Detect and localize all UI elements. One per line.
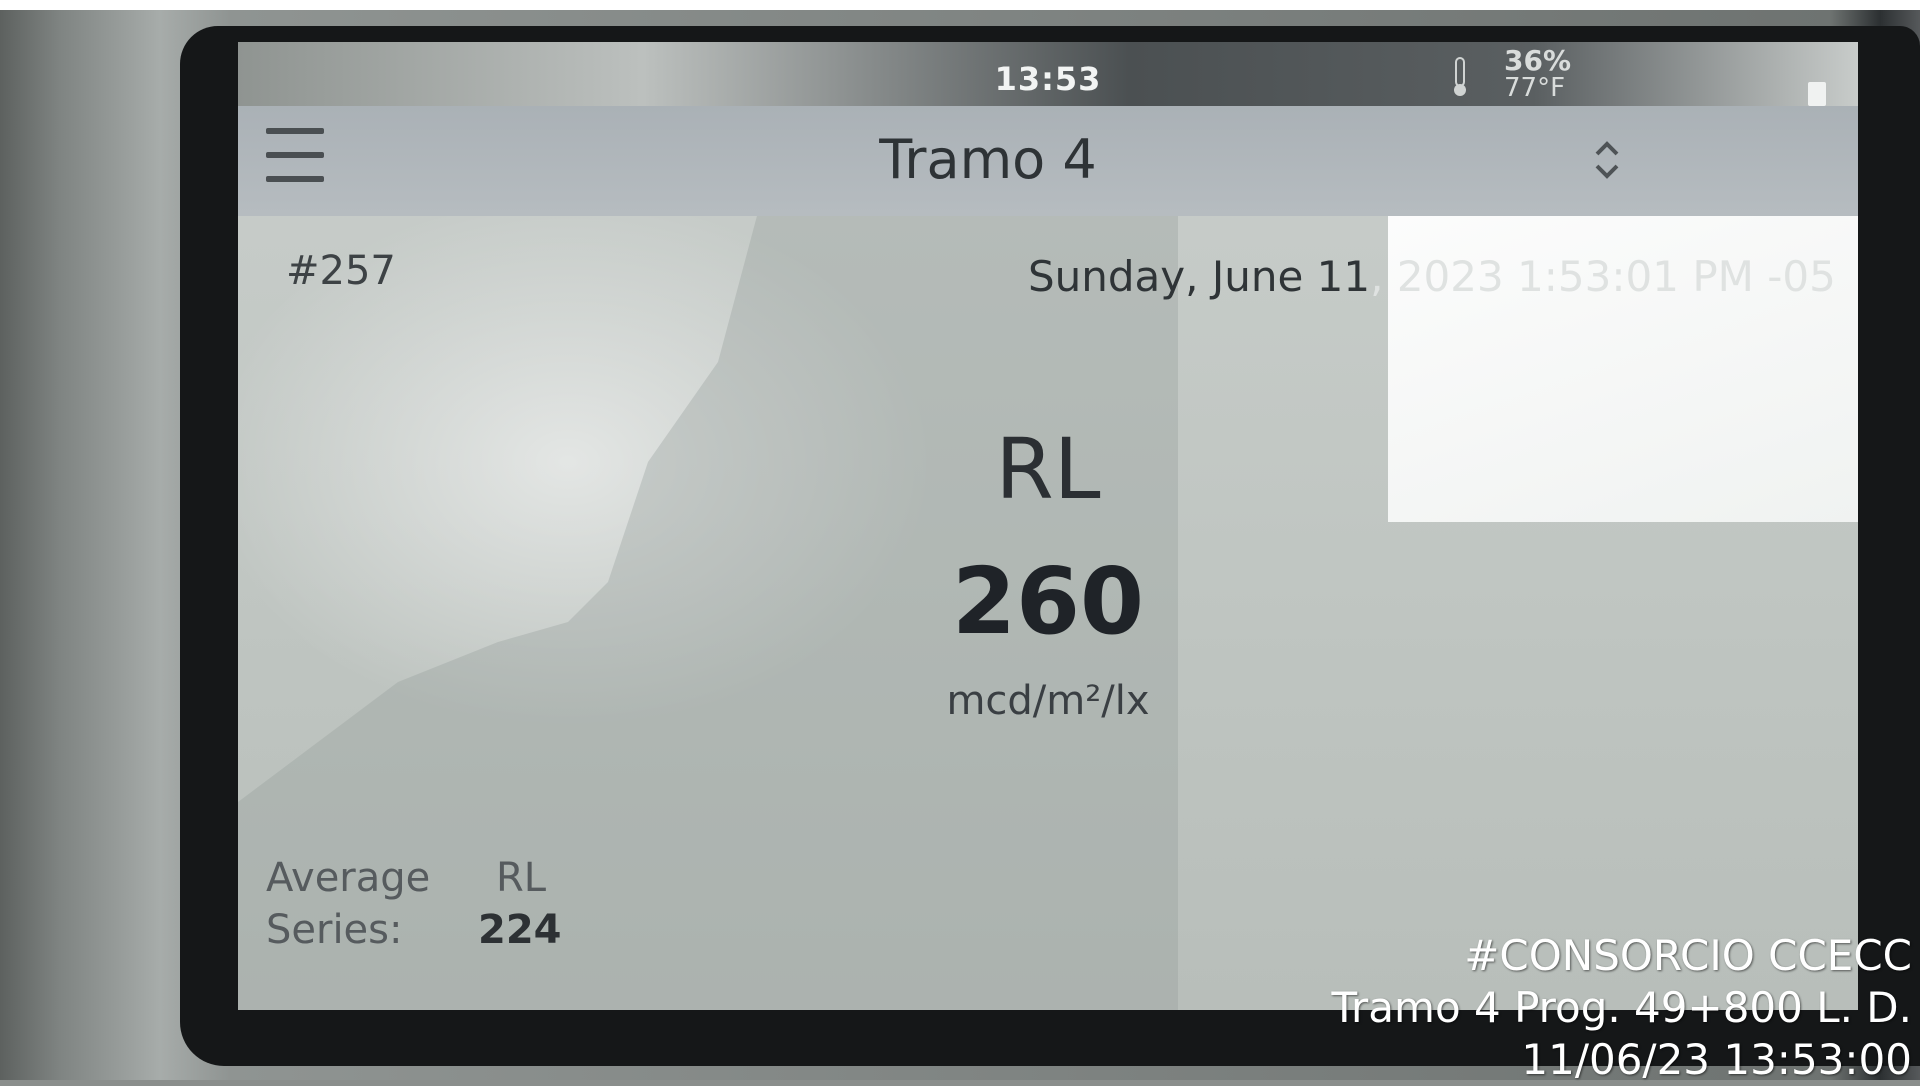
header-bar: Tramo 4 — [238, 106, 1858, 216]
sort-up-down-icon[interactable] — [1592, 138, 1622, 182]
measurement-unit: mcd/m²/lx — [946, 678, 1150, 724]
measurement-label: RL — [995, 420, 1101, 518]
status-bar: 13:53 36% 77°F — [238, 42, 1858, 106]
status-clock: 13:53 — [994, 60, 1102, 98]
battery-icon — [1808, 82, 1826, 106]
temperature-readout: 77°F — [1504, 73, 1566, 103]
thermometer-icon — [1454, 57, 1466, 96]
measurement-value: 260 — [951, 548, 1145, 655]
watermark-timestamp: 11/06/23 13:53:00 — [1521, 1035, 1912, 1084]
device-screen: 13:53 36% 77°F Tramo 4 #257 Sunday, June… — [238, 42, 1858, 1010]
watermark-location: Tramo 4 Prog. 49+800 L. D. — [1331, 983, 1912, 1032]
record-date-faded: , 2023 1:53:01 PM -05 — [1370, 252, 1836, 301]
average-metric-label: RL — [496, 855, 547, 901]
watermark-company: #CONSORCIO CCECC — [1464, 931, 1912, 980]
page-title: Tramo 4 — [879, 128, 1097, 191]
record-datetime: Sunday, June 11, 2023 1:53:01 PM -05 — [1028, 252, 1836, 301]
record-number: #257 — [286, 248, 396, 294]
average-label: Average — [266, 855, 431, 901]
photo-top-edge — [0, 0, 1920, 10]
humidity-readout: 36% — [1504, 44, 1572, 77]
average-value: 224 — [478, 907, 562, 953]
record-date-visible: Sunday, June 11 — [1028, 252, 1371, 301]
series-label: Series: — [266, 907, 403, 953]
photo-watermark: #CONSORCIO CCECC Tramo 4 Prog. 49+800 L.… — [1332, 930, 1912, 1086]
